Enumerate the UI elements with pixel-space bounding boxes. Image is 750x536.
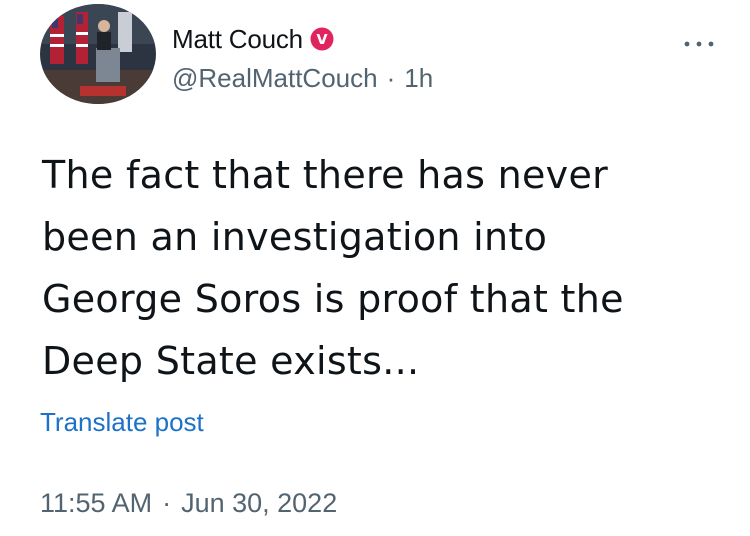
post-text-line: been an investigation into [42, 215, 548, 259]
author-display-name[interactable]: Matt Couch [172, 24, 303, 55]
post-text-line: The fact that there has never [42, 153, 609, 197]
author-name-row: Matt Couch [172, 22, 334, 56]
meta-separator: · [386, 62, 396, 93]
post-text-line: George Soros is proof that the [42, 277, 624, 321]
verified-badge-icon [310, 27, 334, 51]
post-text-line: Deep State exists... [42, 339, 420, 383]
translate-post-link[interactable]: Translate post [40, 407, 204, 438]
avatar[interactable] [40, 4, 156, 104]
post-timestamp: 11:55 AM · Jun 30, 2022 [40, 488, 337, 519]
post-time-ago[interactable]: 1h [404, 63, 433, 94]
avatar-photo [40, 4, 156, 104]
author-meta-row: @RealMattCouch · 1h [172, 61, 433, 95]
timestamp-separator: · [162, 488, 172, 518]
more-horizontal-icon[interactable] [682, 32, 716, 52]
post-date[interactable]: Jun 30, 2022 [181, 488, 337, 519]
post-text: The fact that there has never been an in… [42, 144, 722, 392]
author-handle[interactable]: @RealMattCouch [172, 63, 378, 94]
post-time[interactable]: 11:55 AM [40, 488, 152, 519]
